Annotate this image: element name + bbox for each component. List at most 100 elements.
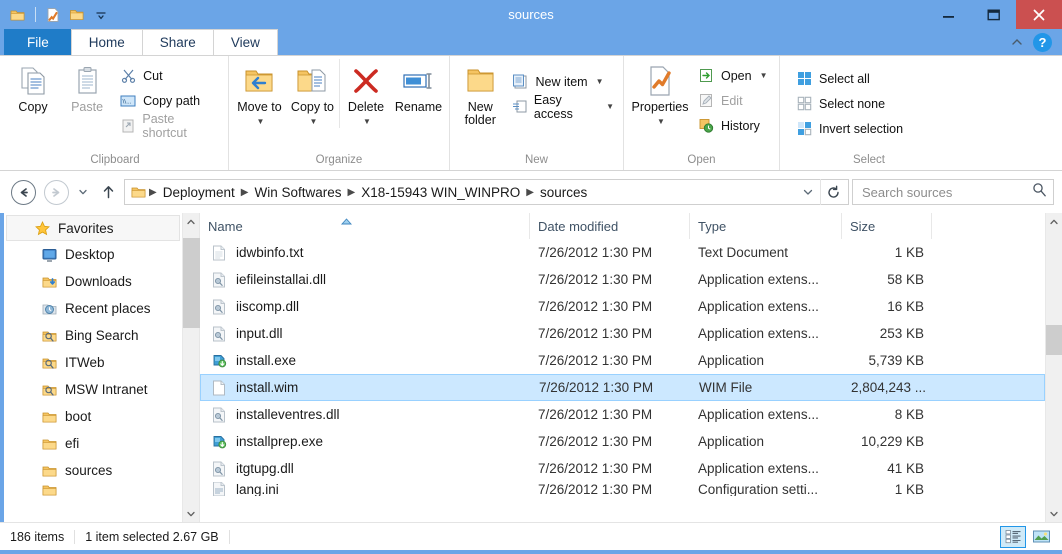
table-row[interactable]: iefileinstallai.dll 7/26/2012 1:30 PM Ap… (200, 266, 1045, 293)
tab-home[interactable]: Home (70, 29, 143, 55)
new-folder-icon[interactable] (67, 5, 87, 25)
nav-item-recent-places[interactable]: Recent places (4, 295, 182, 322)
history-dropdown-icon[interactable] (74, 186, 92, 198)
tab-view[interactable]: View (212, 29, 278, 55)
question-mark-icon[interactable]: ? (1033, 32, 1052, 52)
column-header-date-modified[interactable]: Date modified (530, 213, 690, 239)
file-list-scrollbar[interactable] (1045, 213, 1062, 522)
column-header-size[interactable]: Size (842, 213, 932, 239)
easy-access-button[interactable]: Easy access ▼ (506, 93, 619, 121)
open-button[interactable]: Open ▼ (692, 63, 773, 88)
scroll-down-icon[interactable] (1046, 505, 1062, 522)
copy-to-button[interactable]: Copy to ▼ (286, 59, 339, 128)
select-none-button[interactable]: Select none (790, 91, 908, 116)
breadcrumb-separator-icon[interactable]: ▶ (525, 187, 535, 198)
folder-icon[interactable] (8, 5, 28, 25)
column-header-name[interactable]: Name (200, 213, 530, 239)
up-button[interactable] (95, 179, 121, 205)
table-row[interactable]: itgtupg.dll 7/26/2012 1:30 PM Applicatio… (200, 455, 1045, 482)
nav-item-efi[interactable]: efi (4, 430, 182, 457)
file-name-cell: installprep.exe (200, 433, 530, 451)
scroll-thumb[interactable] (1045, 325, 1062, 355)
close-button[interactable] (1016, 0, 1062, 29)
search-input[interactable]: Search sources (852, 179, 1054, 205)
paste-button[interactable]: Paste (60, 59, 114, 114)
nav-item-sources[interactable]: sources (4, 457, 182, 484)
select-none-label: Select none (819, 96, 886, 111)
minimize-button[interactable] (926, 0, 971, 29)
large-icons-view-button[interactable] (1028, 526, 1054, 548)
nav-label-sources: sources (65, 463, 113, 478)
navigation-pane-scrollbar[interactable] (182, 213, 200, 522)
generic-file-icon (210, 379, 228, 397)
refresh-icon[interactable] (820, 179, 846, 205)
breadcrumb-separator-icon[interactable]: ▶ (240, 187, 250, 198)
nav-item-favorites[interactable]: Favorites (6, 215, 180, 241)
chevron-up-icon[interactable] (1009, 34, 1025, 50)
ribbon-group-open: Properties ▼ Open ▼ Edit History Open (624, 56, 780, 170)
invert-selection-button[interactable]: Invert selection (790, 116, 908, 141)
new-item-button[interactable]: New item ▼ (506, 69, 619, 94)
status-selection-count: 1 item selected (85, 529, 170, 544)
properties-icon[interactable] (43, 5, 63, 25)
scroll-up-icon[interactable] (1046, 213, 1062, 230)
scroll-thumb[interactable] (182, 238, 200, 328)
table-row[interactable]: installeventres.dll 7/26/2012 1:30 PM Ap… (200, 401, 1045, 428)
table-row[interactable]: idwbinfo.txt 7/26/2012 1:30 PM Text Docu… (200, 239, 1045, 266)
new-folder-label: New folder (464, 100, 496, 127)
chevron-down-icon[interactable] (796, 186, 820, 198)
nav-item-itweb[interactable]: ITWeb (4, 349, 182, 376)
scroll-down-icon[interactable] (183, 505, 200, 522)
dll-file-icon (210, 325, 228, 343)
cut-button[interactable]: Cut (114, 63, 224, 88)
file-name-cell: install.exe (200, 352, 530, 370)
table-row[interactable]: install.exe 7/26/2012 1:30 PM Applicatio… (200, 347, 1045, 374)
table-row[interactable]: input.dll 7/26/2012 1:30 PM Application … (200, 320, 1045, 347)
nav-item-bing-search[interactable]: Bing Search (4, 322, 182, 349)
file-name-cell: iiscomp.dll (200, 298, 530, 316)
scroll-up-icon[interactable] (183, 213, 200, 230)
breadcrumb-item-sources[interactable]: sources (535, 185, 592, 200)
table-row[interactable]: lang.ini 7/26/2012 1:30 PM Configuration… (200, 482, 1045, 496)
paste-shortcut-button[interactable]: Paste shortcut (114, 112, 224, 140)
breadcrumb-item-win-softwares[interactable]: Win Softwares (249, 185, 346, 200)
table-row[interactable]: installprep.exe 7/26/2012 1:30 PM Applic… (200, 428, 1045, 455)
maximize-button[interactable] (971, 0, 1016, 29)
file-type-cell: WIM File (699, 380, 753, 395)
qat-dropdown-icon[interactable] (91, 5, 111, 25)
nav-item-downloads[interactable]: Downloads (4, 268, 182, 295)
table-row[interactable]: install.wim 7/26/2012 1:30 PM WIM File 2… (200, 374, 1045, 401)
copy-button[interactable]: Copy (6, 59, 60, 114)
breadcrumb-item-deployment[interactable]: Deployment (158, 185, 240, 200)
details-view-button[interactable] (1000, 525, 1026, 548)
nav-item-desktop[interactable]: Desktop (4, 241, 182, 268)
breadcrumb-separator-icon[interactable]: ▶ (148, 187, 158, 198)
forward-button[interactable] (41, 177, 71, 207)
tab-file[interactable]: File (4, 29, 72, 55)
scroll-track[interactable] (1045, 230, 1062, 505)
table-row[interactable]: iiscomp.dll 7/26/2012 1:30 PM Applicatio… (200, 293, 1045, 320)
file-date-cell: 7/26/2012 1:30 PM (538, 245, 653, 260)
breadcrumb[interactable]: ▶ Deployment ▶ Win Softwares ▶ X18-15943… (124, 179, 849, 205)
back-button[interactable] (8, 177, 38, 207)
select-all-button[interactable]: Select all (790, 66, 908, 91)
breadcrumb-item-x18[interactable]: X18-15943 WIN_WINPRO (356, 185, 525, 200)
search-icon[interactable] (1032, 182, 1047, 202)
nav-item-partial[interactable] (4, 484, 182, 496)
history-button[interactable]: History (692, 113, 773, 138)
copy-path-button[interactable]: \\... Copy path (114, 88, 224, 113)
edit-button[interactable]: Edit (692, 88, 773, 113)
tab-share[interactable]: Share (141, 29, 214, 55)
rename-button[interactable]: Rename (392, 59, 445, 114)
new-folder-button[interactable]: New folder (454, 59, 506, 127)
column-header-type[interactable]: Type (690, 213, 842, 239)
delete-button[interactable]: Delete ▼ (338, 59, 392, 128)
rename-icon (402, 64, 435, 98)
properties-button[interactable]: Properties ▼ (628, 59, 692, 128)
nav-item-msw-intranet[interactable]: MSW Intranet (4, 376, 182, 403)
nav-item-boot[interactable]: boot (4, 403, 182, 430)
select-all-label: Select all (819, 71, 870, 86)
breadcrumb-separator-icon[interactable]: ▶ (346, 187, 356, 198)
scroll-track[interactable] (182, 230, 200, 505)
move-to-button[interactable]: Move to ▼ (233, 59, 286, 128)
